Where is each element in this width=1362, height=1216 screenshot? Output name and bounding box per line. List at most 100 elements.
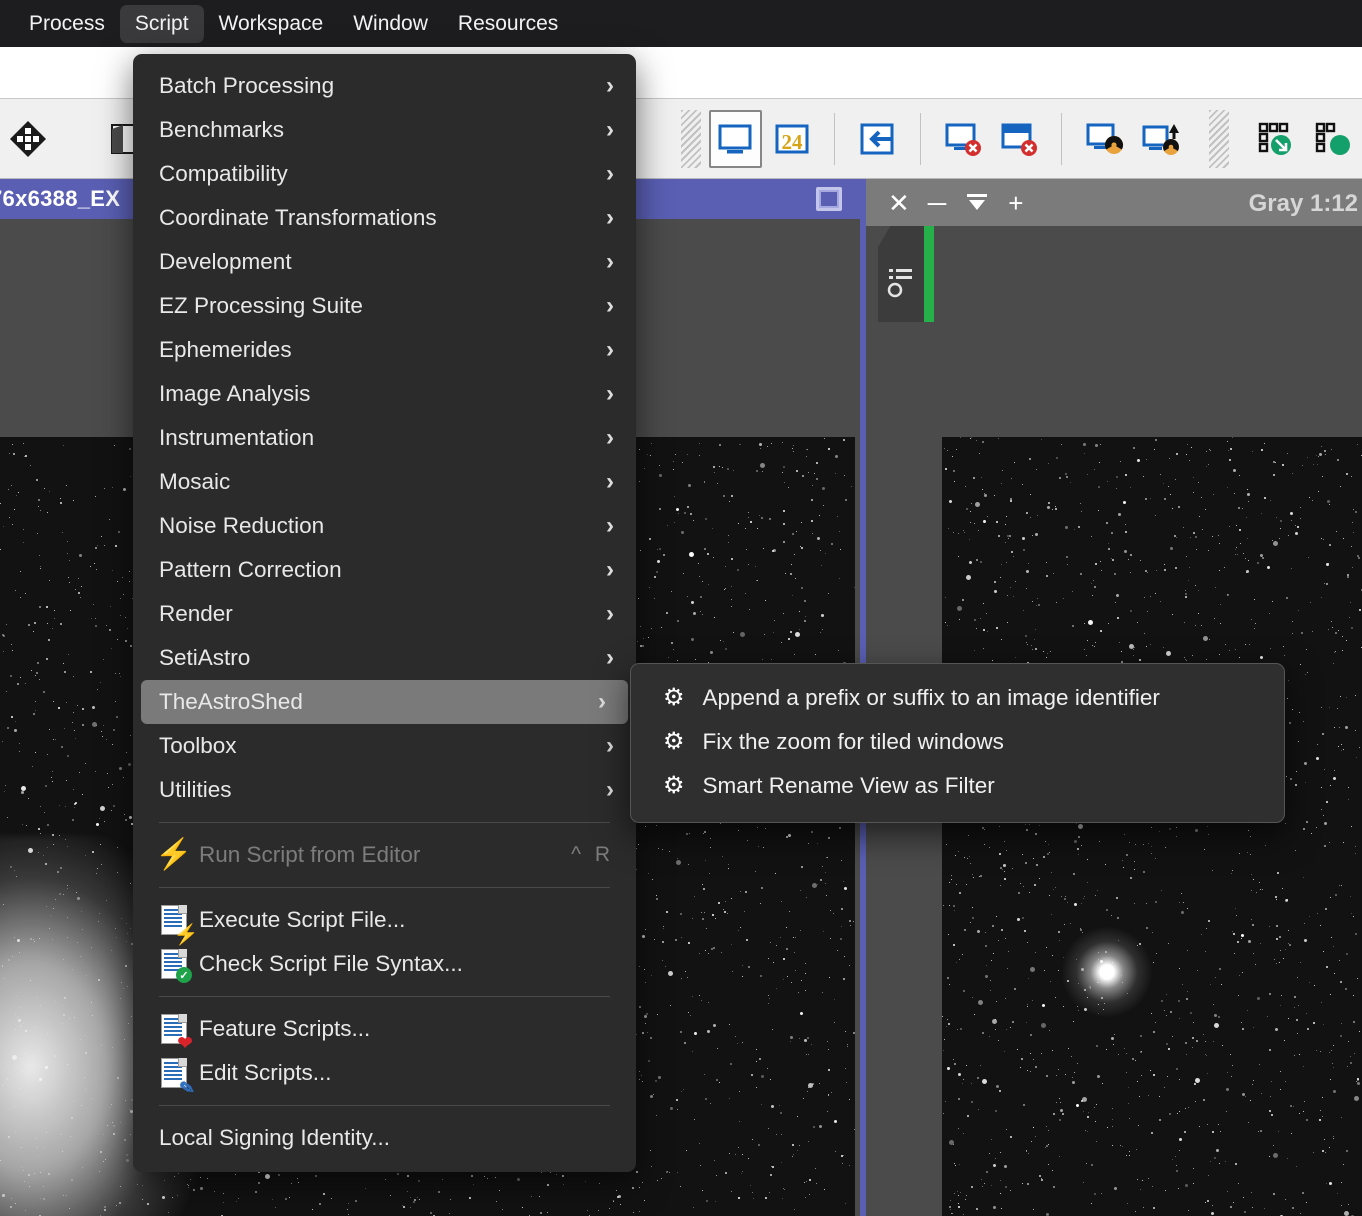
menu-item-label: Batch Processing [159, 73, 335, 98]
chevron-right-icon: › [606, 336, 614, 363]
submenu-item-append-prefix-suffix[interactable]: ⚙ Append a prefix or suffix to an image … [631, 676, 1284, 720]
submenu-item-smart-rename-view-as-filter[interactable]: ⚙ Smart Rename View as Filter [631, 764, 1284, 808]
menu-item-mosaic[interactable]: Mosaic › [133, 460, 636, 504]
lightning-bolt-icon: ⚡ [155, 838, 193, 871]
reset-view-button[interactable] [1078, 110, 1130, 168]
restore-window-button[interactable] [816, 187, 842, 211]
chevron-right-icon: › [606, 556, 614, 583]
menu-item-shortcut: ^ R [571, 843, 614, 866]
chevron-right-icon: › [606, 160, 614, 187]
script-file-favorite-icon: ❤ [157, 1014, 193, 1053]
move-tool-button[interactable] [2, 110, 54, 168]
toolbar-grip-2[interactable] [1209, 109, 1230, 168]
zoom-level-label: Gray 1:12 [1248, 190, 1358, 217]
script-file-edit-icon: ✎ [157, 1058, 196, 1099]
tile-windows-button[interactable] [1251, 110, 1303, 168]
submenu-item-label: Fix the zoom for tiled windows [702, 729, 1004, 754]
submenu-item-label: Append a prefix or suffix to an image id… [702, 685, 1160, 710]
menu-item-pattern-correction[interactable]: Pattern Correction › [133, 548, 636, 592]
submenu-item-label: Smart Rename View as Filter [702, 773, 995, 798]
menu-item-label: Development [159, 249, 292, 274]
menu-item-label: TheAstroShed [159, 689, 303, 714]
menu-item-feature-scripts[interactable]: ❤ Feature Scripts... [133, 1007, 636, 1053]
export-view-button[interactable] [1135, 110, 1187, 168]
tile-windows-alt-button[interactable] [1308, 110, 1360, 168]
menu-item-coordinate-transformations[interactable]: Coordinate Transformations › [133, 196, 636, 240]
chevron-right-icon: › [606, 776, 614, 803]
toolbar-grip-1[interactable] [680, 109, 701, 168]
menu-item-label: Ephemerides [159, 337, 292, 362]
menu-separator-1 [159, 822, 610, 823]
zoom-fit-icon[interactable] [964, 192, 990, 214]
menubar-item-window[interactable]: Window [338, 5, 443, 43]
new-image-view-button[interactable] [708, 109, 762, 168]
menu-item-toolbox[interactable]: Toolbox › [133, 724, 636, 768]
menubar-item-script[interactable]: Script [119, 4, 204, 43]
minimize-icon[interactable]: ─ [928, 190, 946, 216]
menu-item-setiastro[interactable]: SetiAstro › [133, 636, 636, 680]
close-view-icon[interactable]: ✕ [888, 190, 910, 216]
menu-item-label: Run Script from Editor [199, 842, 421, 867]
zoom-in-icon[interactable]: + [1008, 190, 1023, 216]
menu-item-label: Toolbox [159, 733, 237, 758]
bright-star [1062, 927, 1152, 1017]
menu-item-label: Coordinate Transformations [159, 205, 437, 230]
gear-icon: ⚙ [663, 728, 685, 755]
menubar-item-resources[interactable]: Resources [443, 5, 573, 43]
menu-item-run-script-from-editor: ⚡ Run Script from Editor ^ R [133, 833, 636, 877]
menu-item-label: Edit Scripts... [199, 1060, 332, 1085]
menu-item-utilities[interactable]: Utilities › [133, 768, 636, 812]
left-window-title: 76x6388_EX [0, 186, 121, 211]
theastroshed-submenu: ⚙ Append a prefix or suffix to an image … [630, 663, 1285, 823]
menu-item-batch-processing[interactable]: Batch Processing › [133, 64, 636, 108]
menu-item-label: Execute Script File... [199, 907, 406, 932]
menu-separator-3 [159, 996, 610, 997]
menu-item-label: Pattern Correction [159, 557, 342, 582]
menu-item-noise-reduction[interactable]: Noise Reduction › [133, 504, 636, 548]
menu-separator-2 [159, 887, 610, 888]
menu-item-local-signing-identity[interactable]: Local Signing Identity... [133, 1116, 636, 1160]
right-window-titlebar[interactable]: ✕ ─ + Gray 1:12 [866, 179, 1362, 226]
menu-item-instrumentation[interactable]: Instrumentation › [133, 416, 636, 460]
menu-item-label: Feature Scripts... [199, 1016, 371, 1041]
menu-separator-4 [159, 1105, 610, 1106]
menu-item-label: Utilities [159, 777, 232, 802]
menu-item-execute-script-file[interactable]: ⚡ Execute Script File... [133, 898, 636, 946]
menu-item-label: Check Script File Syntax... [199, 951, 463, 976]
menu-item-ez-processing-suite[interactable]: EZ Processing Suite › [133, 284, 636, 328]
list-icon [887, 266, 917, 298]
menu-item-edit-scripts[interactable]: ✎ Edit Scripts... [133, 1051, 636, 1099]
toolbar-separator-2 [919, 112, 921, 165]
chevron-right-icon: › [606, 468, 614, 495]
chevron-right-icon: › [606, 644, 614, 671]
bit-depth-24-button[interactable]: 24 [766, 110, 818, 168]
panel-accent-bar [924, 226, 934, 322]
close-view-button[interactable] [936, 110, 988, 168]
script-dropdown-menu: Batch Processing › Benchmarks › Compatib… [133, 54, 636, 1172]
chevron-right-icon: › [606, 292, 614, 319]
close-all-views-button[interactable] [993, 110, 1045, 168]
menu-item-label: Noise Reduction [159, 513, 325, 538]
menu-item-development[interactable]: Development › [133, 240, 636, 284]
chevron-right-icon: › [606, 380, 614, 407]
menu-item-label: Compatibility [159, 161, 288, 186]
menu-item-image-analysis[interactable]: Image Analysis › [133, 372, 636, 416]
view-panel-tab[interactable] [878, 226, 934, 322]
menu-item-ephemerides[interactable]: Ephemerides › [133, 328, 636, 372]
menubar-item-process[interactable]: Process [14, 5, 120, 43]
menu-item-render[interactable]: Render › [133, 592, 636, 636]
chevron-right-icon: › [606, 116, 614, 143]
starfield-right [942, 437, 1362, 1216]
menu-item-label: EZ Processing Suite [159, 293, 363, 318]
chevron-right-icon: › [606, 512, 614, 539]
menu-item-check-script-file-syntax[interactable]: ✓ Check Script File Syntax... [133, 942, 636, 986]
import-view-button[interactable] [851, 110, 903, 168]
script-file-run-icon: ⚡ [157, 905, 198, 946]
menu-item-theastroshed[interactable]: TheAstroShed › [141, 680, 628, 724]
menu-item-benchmarks[interactable]: Benchmarks › [133, 108, 636, 152]
menu-item-label: Mosaic [159, 469, 231, 494]
astro-image-right[interactable] [942, 437, 1362, 1216]
menu-item-compatibility[interactable]: Compatibility › [133, 152, 636, 196]
menubar-item-workspace[interactable]: Workspace [204, 5, 339, 43]
submenu-item-fix-zoom-tiled-windows[interactable]: ⚙ Fix the zoom for tiled windows [631, 720, 1284, 764]
